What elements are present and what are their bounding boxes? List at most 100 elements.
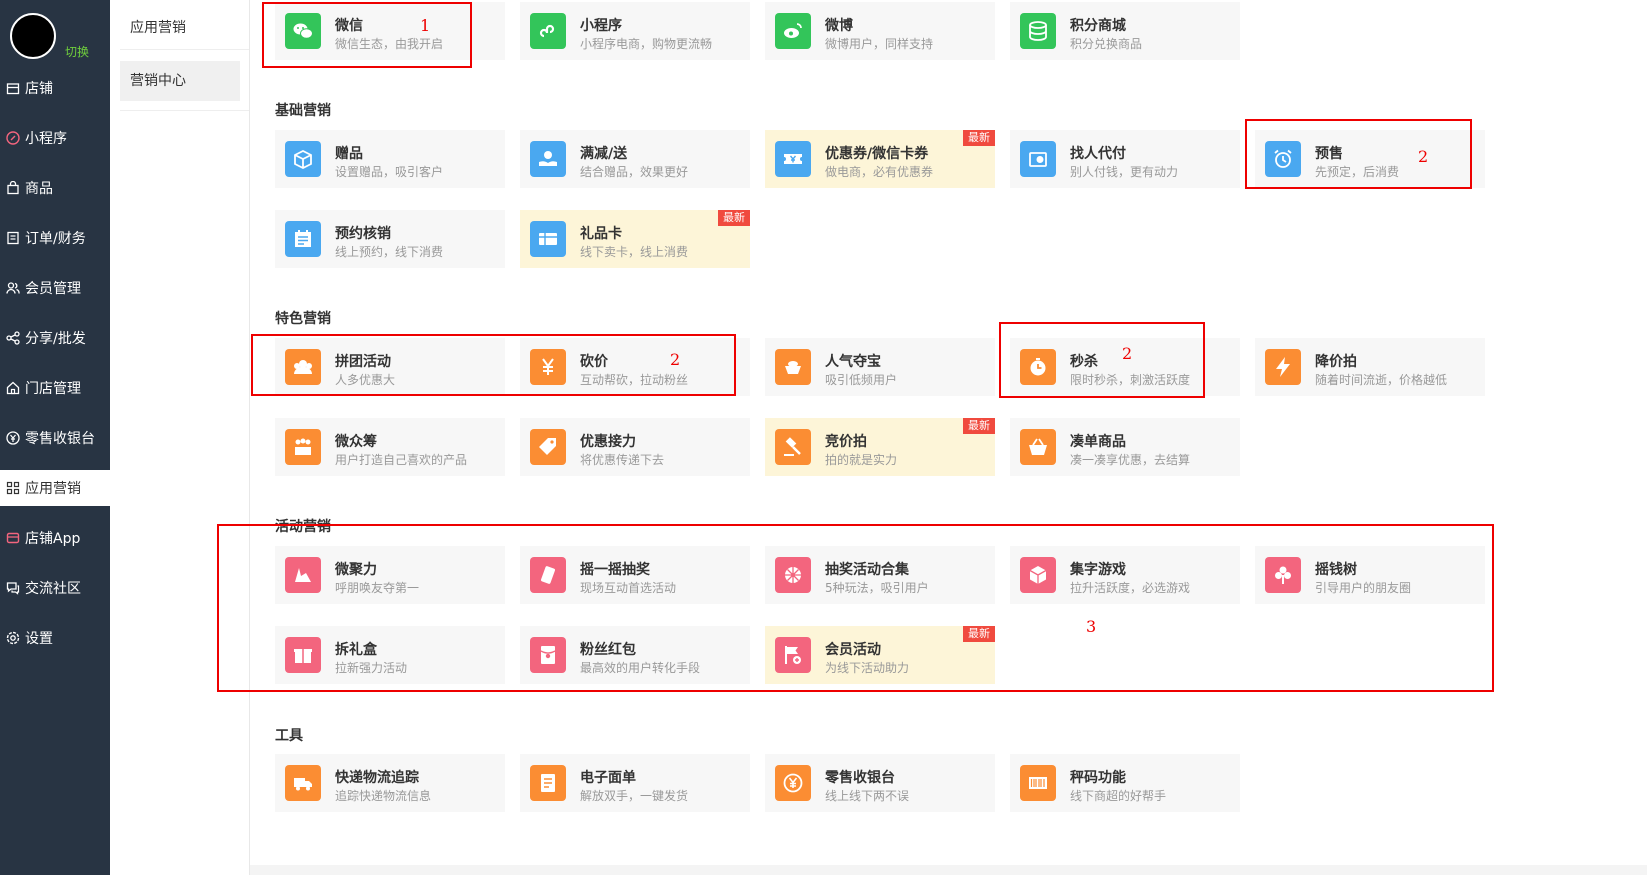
card-desc: 追踪快递物流信息 xyxy=(335,789,432,803)
card-desc: 解放双手，一键发货 xyxy=(580,789,689,803)
crowdfunding-icon xyxy=(285,429,321,465)
app-card-gift-card[interactable]: 礼品卡 线下卖卡，线上消费 最新 xyxy=(520,210,750,268)
mini-program-icon xyxy=(530,13,566,49)
app-card-pay-for-me[interactable]: 找人代付 别人付钱，更有动力 xyxy=(1010,130,1240,188)
member-icon xyxy=(5,280,21,296)
app-card-express-tracking[interactable]: 快递物流追踪 追踪快递物流信息 xyxy=(275,754,505,812)
annotation-box xyxy=(262,2,472,68)
share-icon xyxy=(5,330,21,346)
app-card-full-reduction[interactable]: 满减/送 结合赠品，效果更好 xyxy=(520,130,750,188)
app-card-scale-code[interactable]: 秤码功能 线下商超的好帮手 xyxy=(1010,754,1240,812)
sidebar-item-label: 门店管理 xyxy=(25,381,81,397)
sidebar-item-label: 商品 xyxy=(25,181,53,197)
section-title-featured: 特色营销 xyxy=(275,311,331,327)
sidebar-item-label: 零售收银台 xyxy=(25,431,95,447)
store-icon xyxy=(5,80,21,96)
discount-hand-icon xyxy=(530,141,566,177)
card-desc: 凑一凑享优惠，去结算 xyxy=(1070,453,1191,467)
card-desc: 微博用户，同样支持 xyxy=(825,37,934,51)
sidebar-item-label: 会员管理 xyxy=(25,281,81,297)
sidebar-item-label: 店铺 xyxy=(25,81,53,97)
card-title: 电子面单 xyxy=(580,770,636,786)
app-card-price-drop-auction[interactable]: 降价拍 随着时间流逝，价格越低 xyxy=(1255,338,1485,396)
app-card-crowdfunding[interactable]: 微众筹 用户打造自己喜欢的产品 xyxy=(275,418,505,476)
coupon-icon xyxy=(775,141,811,177)
app-card-mini-program[interactable]: 小程序 小程序电商，购物更流畅 xyxy=(520,2,750,60)
sidebar-item-orders[interactable]: 订单/财务 xyxy=(0,220,110,256)
card-desc: 线上预约，线下消费 xyxy=(335,245,444,259)
card-title: 满减/送 xyxy=(580,146,628,162)
sidebar-item-label: 订单/财务 xyxy=(25,231,86,247)
app-card-coupon[interactable]: 优惠券/微信卡券 做电商，必有优惠券 最新 xyxy=(765,130,995,188)
mini-program-icon xyxy=(5,130,21,146)
app-card-e-waybill[interactable]: 电子面单 解放双手，一键发货 xyxy=(520,754,750,812)
annotation-number: 3 xyxy=(1086,617,1097,636)
app-card-weibo[interactable]: 微博 微博用户，同样支持 xyxy=(765,2,995,60)
app-card-retail-cashier[interactable]: 零售收银台 线上线下两不误 xyxy=(765,754,995,812)
new-badge: 最新 xyxy=(963,418,995,434)
card-desc: 将优惠传递下去 xyxy=(580,453,665,467)
sub-navigation: 应用营销 营销中心 xyxy=(110,0,250,875)
weibo-icon xyxy=(775,13,811,49)
app-card-bundle-goods[interactable]: 凑单商品 凑一凑享优惠，去结算 xyxy=(1010,418,1240,476)
treasure-icon xyxy=(775,349,811,385)
card-desc: 线上线下两不误 xyxy=(825,789,910,803)
annotation-number: 1 xyxy=(420,16,431,35)
card-title: 降价拍 xyxy=(1315,354,1357,370)
switch-link[interactable]: 切换 xyxy=(65,43,89,60)
card-desc: 积分兑换商品 xyxy=(1070,37,1143,51)
auction-hammer-icon xyxy=(775,429,811,465)
sidebar-item-label: 店铺App xyxy=(25,531,81,547)
sidebar: 切换 店铺 小程序 商品 订单/财务 会员管理 分享/批发 门店管理 零售收银台… xyxy=(0,0,110,875)
card-desc: 线下商超的好帮手 xyxy=(1070,789,1167,803)
basket-icon xyxy=(1020,429,1056,465)
card-title: 零售收银台 xyxy=(825,770,895,786)
card-title: 凑单商品 xyxy=(1070,434,1126,450)
gift-box-icon xyxy=(285,141,321,177)
card-desc: 线下卖卡，线上消费 xyxy=(580,245,689,259)
app-card-treasure[interactable]: 人气夺宝 吸引低频用户 xyxy=(765,338,995,396)
pay-for-me-icon xyxy=(1020,141,1056,177)
card-title: 小程序 xyxy=(580,18,622,34)
avatar[interactable] xyxy=(10,13,56,59)
card-desc: 结合赠品，效果更好 xyxy=(580,165,689,179)
card-desc: 设置赠品，吸引客户 xyxy=(335,165,444,179)
sidebar-item-app-marketing[interactable]: 应用营销 xyxy=(0,470,110,506)
sidebar-item-store-app[interactable]: 店铺App xyxy=(0,520,110,556)
sidebar-item-goods[interactable]: 商品 xyxy=(0,170,110,206)
sidebar-item-settings[interactable]: 设置 xyxy=(0,620,110,656)
sidebar-item-community[interactable]: 交流社区 xyxy=(0,570,110,606)
sidebar-item-shops[interactable]: 门店管理 xyxy=(0,370,110,406)
annotation-box xyxy=(217,524,1494,692)
card-title: 礼品卡 xyxy=(580,226,622,242)
card-desc: 吸引低频用户 xyxy=(825,373,898,387)
sidebar-item-mini-program[interactable]: 小程序 xyxy=(0,120,110,156)
sidebar-item-label: 分享/批发 xyxy=(25,331,86,347)
app-card-gift[interactable]: 赠品 设置赠品，吸引客户 xyxy=(275,130,505,188)
apps-grid-icon xyxy=(5,480,21,496)
sidebar-item-share[interactable]: 分享/批发 xyxy=(0,320,110,356)
app-card-bid-auction[interactable]: 竞价拍 拍的就是实力 最新 xyxy=(765,418,995,476)
tag-icon xyxy=(530,429,566,465)
lightning-icon xyxy=(1265,349,1301,385)
card-title: 人气夺宝 xyxy=(825,354,881,370)
sidebar-item-members[interactable]: 会员管理 xyxy=(0,270,110,306)
card-desc: 小程序电商，购物更流畅 xyxy=(580,37,713,51)
sidebar-item-store[interactable]: 店铺 xyxy=(0,70,110,106)
card-title: 预约核销 xyxy=(335,226,391,242)
app-card-reservation[interactable]: 预约核销 线上预约，线下消费 xyxy=(275,210,505,268)
app-card-discount-relay[interactable]: 优惠接力 将优惠传递下去 xyxy=(520,418,750,476)
subnav-title: 应用营销 xyxy=(130,20,186,36)
document-icon xyxy=(530,765,566,801)
annotation-box xyxy=(251,334,736,396)
card-title: 优惠券/微信卡券 xyxy=(825,146,929,162)
app-card-points-mall[interactable]: 积分商城 积分兑换商品 xyxy=(1010,2,1240,60)
subnav-item-marketing-center[interactable]: 营销中心 xyxy=(120,61,240,101)
card-title: 优惠接力 xyxy=(580,434,636,450)
bottom-strip xyxy=(250,865,1647,875)
sidebar-item-label: 交流社区 xyxy=(25,581,81,597)
divider xyxy=(120,49,249,50)
settings-icon xyxy=(5,630,21,646)
card-desc: 拍的就是实力 xyxy=(825,453,898,467)
sidebar-item-cashier[interactable]: 零售收银台 xyxy=(0,420,110,456)
